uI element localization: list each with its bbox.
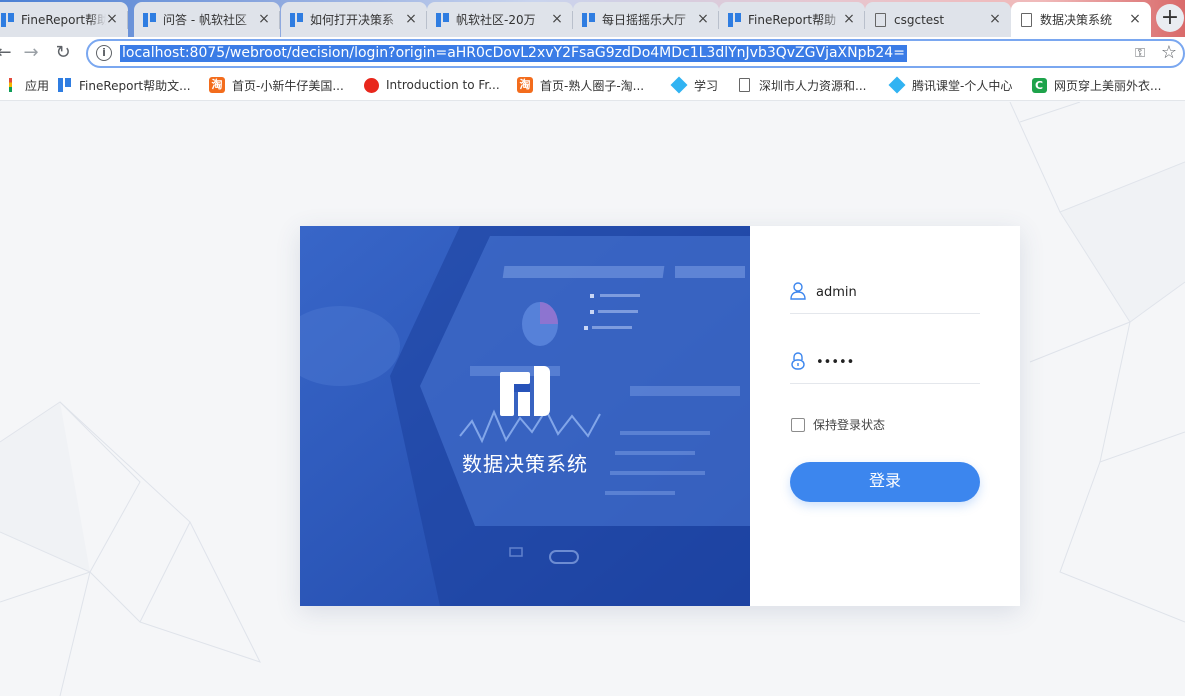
tablet-dashboard-illustration <box>300 226 750 606</box>
bookmark-label: 深圳市人力资源和... <box>759 78 867 93</box>
close-icon[interactable]: × <box>403 11 419 27</box>
close-icon[interactable]: × <box>841 11 857 27</box>
diamond-icon <box>888 76 906 94</box>
bookmark-tencent-class[interactable]: 腾讯课堂-个人中心 <box>888 76 1013 94</box>
tab-title: 问答 - 帆软社区 <box>163 13 247 27</box>
bookmark-web-style[interactable]: C 网页穿上美丽外衣... <box>1031 76 1161 94</box>
bookmark-introduction[interactable]: Introduction to Fr... <box>363 76 500 94</box>
red-circle-icon <box>363 77 379 93</box>
info-icon[interactable]: i <box>96 45 112 61</box>
finereport-icon <box>435 12 449 27</box>
bookmark-taobao-circle[interactable]: 淘 首页-熟人圈子-淘... <box>517 76 644 94</box>
close-icon[interactable]: × <box>987 11 1003 27</box>
tab-open-decision-system[interactable]: 如何打开决策系 × <box>281 2 427 37</box>
bookmark-star-icon[interactable]: ☆ <box>1161 42 1177 63</box>
password-input[interactable] <box>816 352 976 372</box>
bookmark-apps[interactable]: 应用 <box>2 76 49 94</box>
close-icon[interactable]: × <box>256 11 272 27</box>
bookmark-label: Introduction to Fr... <box>386 78 500 92</box>
close-icon[interactable]: × <box>104 11 120 27</box>
url-text[interactable]: localhost:8075/webroot/decision/login?or… <box>120 45 907 62</box>
login-button[interactable]: 登录 <box>790 462 980 502</box>
remember-label: 保持登录状态 <box>813 418 886 432</box>
new-tab-button[interactable]: + <box>1156 4 1184 32</box>
bookmark-label: 网页穿上美丽外衣... <box>1054 78 1162 93</box>
tab-qa-community[interactable]: 问答 - 帆软社区 × <box>134 2 280 37</box>
bookmark-label: 首页-小新牛仔美国... <box>232 78 344 93</box>
bookmark-finereport-help[interactable]: FineReport帮助文... <box>56 76 191 94</box>
tab-csgctest[interactable]: csgctest × <box>865 2 1011 37</box>
diamond-icon <box>670 76 688 94</box>
close-icon[interactable]: × <box>695 11 711 27</box>
tab-finereport-help-1[interactable]: FineReport帮助 × <box>0 2 128 37</box>
brand-name: 数据决策系统 <box>462 452 588 476</box>
close-icon[interactable]: × <box>1127 11 1143 27</box>
bookmark-label: 学习 <box>694 78 719 93</box>
tab-title: 帆软社区-20万 <box>456 13 536 27</box>
tab-daily-shake[interactable]: 每日摇摇乐大厅 × <box>573 2 719 37</box>
tab-finereport-help-2[interactable]: FineReport帮助 × <box>719 2 865 37</box>
green-c-icon: C <box>1031 77 1047 93</box>
user-icon <box>790 282 806 300</box>
reload-icon[interactable]: ↻ <box>51 41 75 65</box>
key-icon[interactable]: ⚿ <box>1135 46 1145 61</box>
login-card: 数据决策系统 保持登录状态 登 <box>300 226 1020 606</box>
tab-title: FineReport帮助 <box>21 13 106 27</box>
tab-title: FineReport帮助 <box>748 13 837 27</box>
bookmark-taobao-denim[interactable]: 淘 首页-小新牛仔美国... <box>209 76 344 94</box>
bookmarks-bar: 应用 FineReport帮助文... 淘 首页-小新牛仔美国... Intro… <box>0 70 1185 101</box>
login-page: 数据决策系统 保持登录状态 登 <box>0 102 1185 696</box>
document-icon <box>736 77 752 93</box>
bookmark-shenzhen-hr[interactable]: 深圳市人力资源和... <box>736 76 866 94</box>
login-form: 保持登录状态 登录 <box>750 226 1020 606</box>
tab-title: 数据决策系统 <box>1040 13 1113 27</box>
bookmark-label: 应用 <box>25 78 50 93</box>
bookmark-label: 腾讯课堂-个人中心 <box>912 78 1013 93</box>
username-field <box>790 274 980 314</box>
lock-icon <box>791 352 805 370</box>
username-input[interactable] <box>816 282 976 302</box>
document-icon <box>873 12 887 27</box>
tab-decision-system[interactable]: 数据决策系统 × <box>1011 2 1151 37</box>
forward-icon[interactable]: → <box>19 41 43 65</box>
browser-tab-strip: FineReport帮助 × 问答 - 帆软社区 × 如何打开决策系 × 帆软社… <box>0 0 1185 37</box>
finereport-icon <box>142 12 156 27</box>
close-icon[interactable]: × <box>549 11 565 27</box>
finereport-icon <box>0 12 14 27</box>
hero-panel: 数据决策系统 <box>300 226 750 606</box>
finereport-icon <box>581 12 595 27</box>
remember-login[interactable]: 保持登录状态 <box>791 416 885 433</box>
back-icon[interactable]: ← <box>0 41 16 65</box>
password-field <box>790 344 980 384</box>
finereport-icon <box>727 12 741 27</box>
document-icon <box>1019 12 1033 27</box>
bookmark-label: FineReport帮助文... <box>79 78 191 93</box>
tab-title: csgctest <box>894 12 945 27</box>
tab-fanruan-community[interactable]: 帆软社区-20万 × <box>427 2 573 37</box>
tab-title: 每日摇摇乐大厅 <box>602 13 687 27</box>
remember-checkbox[interactable] <box>791 417 805 432</box>
bookmark-label: 首页-熟人圈子-淘... <box>540 78 645 93</box>
taobao-icon: 淘 <box>517 77 533 93</box>
address-bar[interactable]: i localhost:8075/webroot/decision/login?… <box>86 39 1185 68</box>
apps-icon <box>2 77 18 93</box>
finebi-logo-icon <box>500 366 550 416</box>
finereport-icon <box>289 12 303 27</box>
finereport-icon <box>56 77 72 93</box>
tab-title: 如何打开决策系 <box>310 13 395 27</box>
bookmark-study[interactable]: 学习 <box>670 76 719 94</box>
taobao-icon: 淘 <box>209 77 225 93</box>
browser-toolbar: ← → ↻ i localhost:8075/webroot/decision/… <box>0 37 1185 70</box>
